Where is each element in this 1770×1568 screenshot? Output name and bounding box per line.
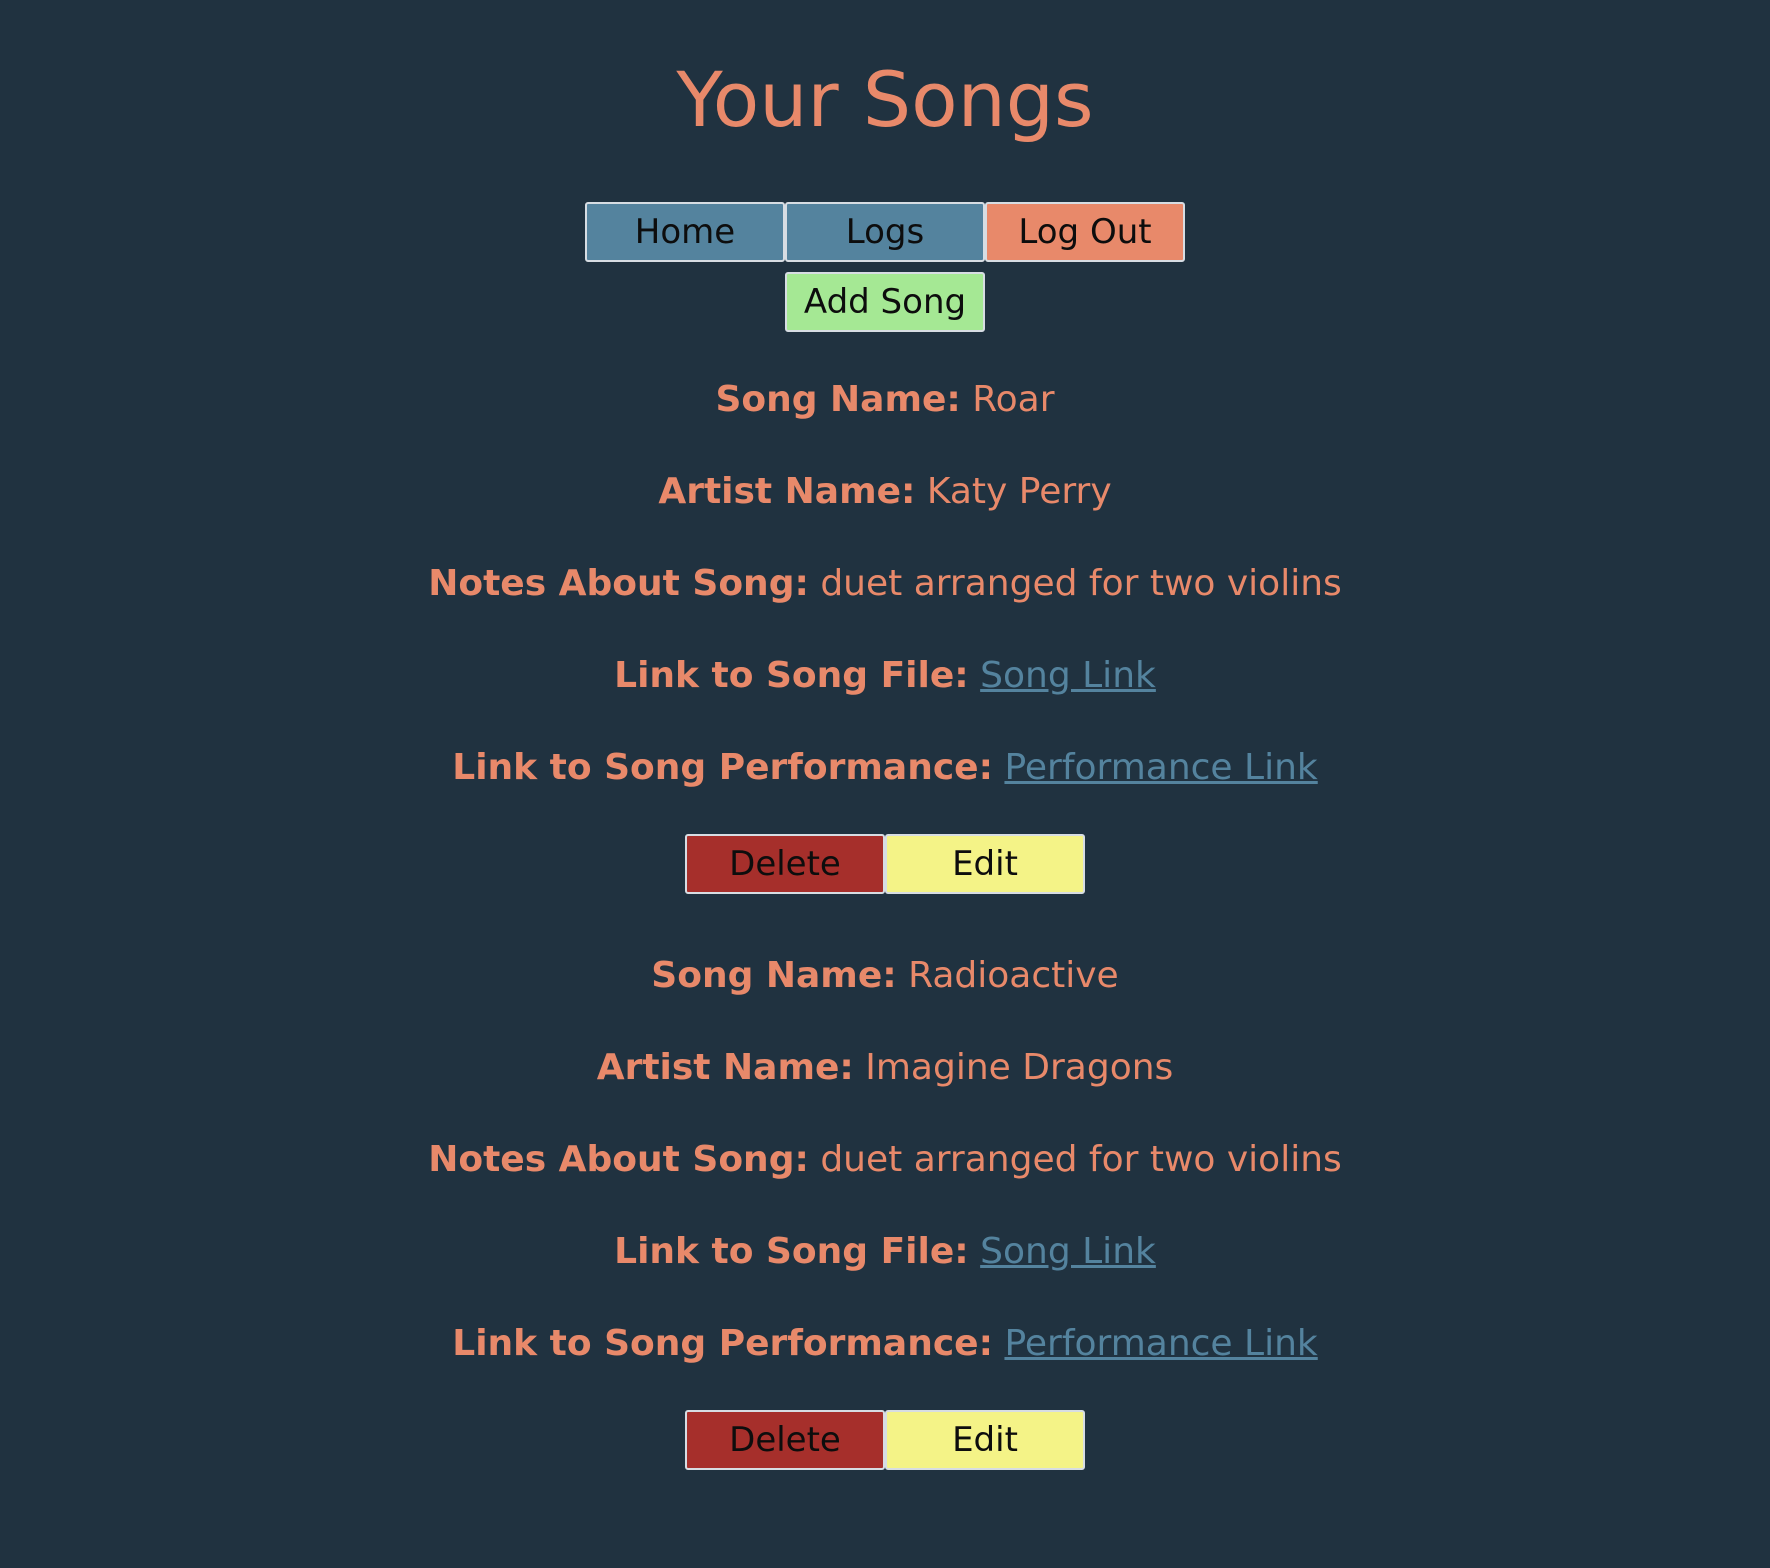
song-file-label: Link to Song File: [614, 655, 969, 696]
edit-button[interactable]: Edit [885, 1410, 1085, 1470]
edit-button[interactable]: Edit [885, 834, 1085, 894]
artist-name-label: Artist Name: [596, 1047, 854, 1088]
artist-name-field: Artist Name: Imagine Dragons [0, 1048, 1770, 1088]
artist-name-value: Katy Perry [926, 471, 1112, 512]
delete-button[interactable]: Delete [685, 834, 885, 894]
home-button[interactable]: Home [585, 202, 785, 262]
nav-bar: Home Logs Log Out [0, 202, 1770, 262]
log-out-button[interactable]: Log Out [985, 202, 1185, 262]
add-song-button[interactable]: Add Song [785, 272, 985, 332]
notes-field: Notes About Song: duet arranged for two … [0, 564, 1770, 604]
performance-label: Link to Song Performance: [452, 1323, 993, 1364]
notes-label: Notes About Song: [428, 563, 809, 604]
song-name-value: Radioactive [908, 955, 1119, 996]
song-name-value: Roar [972, 379, 1055, 420]
song-name-label: Song Name: [715, 379, 961, 420]
logs-button[interactable]: Logs [785, 202, 985, 262]
performance-field: Link to Song Performance: Performance Li… [0, 1324, 1770, 1364]
notes-label: Notes About Song: [428, 1139, 809, 1180]
page-title: Your Songs [676, 55, 1094, 144]
artist-name-field: Artist Name: Katy Perry [0, 472, 1770, 512]
song-actions: Delete Edit [0, 834, 1770, 894]
song-file-link[interactable]: Song Link [980, 1231, 1156, 1272]
song-name-label: Song Name: [651, 955, 897, 996]
song-actions: Delete Edit [0, 1410, 1770, 1470]
performance-field: Link to Song Performance: Performance Li… [0, 748, 1770, 788]
artist-name-label: Artist Name: [658, 471, 916, 512]
artist-name-value: Imagine Dragons [865, 1047, 1174, 1088]
song-name-field: Song Name: Roar [0, 380, 1770, 420]
song-file-label: Link to Song File: [614, 1231, 969, 1272]
song-card: Song Name: Radioactive Artist Name: Imag… [0, 956, 1770, 1470]
delete-button[interactable]: Delete [685, 1410, 885, 1470]
notes-field: Notes About Song: duet arranged for two … [0, 1140, 1770, 1180]
notes-value: duet arranged for two violins [820, 563, 1342, 604]
songs-page: Your Songs Home Logs Log Out Add Song So… [0, 0, 1770, 1568]
song-file-field: Link to Song File: Song Link [0, 656, 1770, 696]
performance-link[interactable]: Performance Link [1004, 747, 1317, 788]
performance-label: Link to Song Performance: [452, 747, 993, 788]
notes-value: duet arranged for two violins [820, 1139, 1342, 1180]
performance-link[interactable]: Performance Link [1004, 1323, 1317, 1364]
song-file-field: Link to Song File: Song Link [0, 1232, 1770, 1272]
song-name-field: Song Name: Radioactive [0, 956, 1770, 996]
song-card: Song Name: Roar Artist Name: Katy Perry … [0, 380, 1770, 894]
song-file-link[interactable]: Song Link [980, 655, 1156, 696]
add-song-row: Add Song [0, 272, 1770, 332]
